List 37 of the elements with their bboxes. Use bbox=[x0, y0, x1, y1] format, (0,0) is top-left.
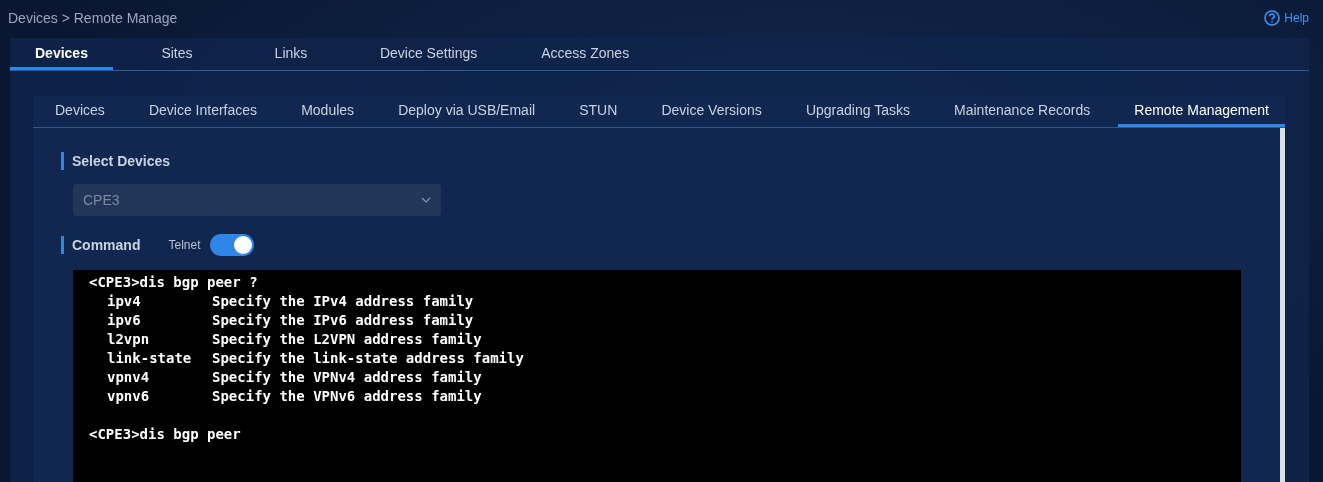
command-keyword: ipv6 bbox=[107, 311, 142, 330]
section-title: Command bbox=[72, 237, 141, 253]
sub-tab[interactable]: Maintenance Records bbox=[938, 96, 1107, 127]
chevron-down-icon bbox=[421, 197, 431, 203]
scrollbar[interactable] bbox=[1280, 128, 1285, 482]
main-tab[interactable]: Device Settings bbox=[354, 38, 503, 70]
main-tab[interactable]: Sites bbox=[126, 38, 227, 70]
sub-tab[interactable]: Device Versions bbox=[645, 96, 778, 127]
command-keyword: link-state bbox=[107, 349, 193, 368]
sub-tab[interactable]: Device Interfaces bbox=[132, 96, 274, 127]
help-icon bbox=[1264, 10, 1281, 26]
sub-tab[interactable]: Deploy via USB/Email bbox=[382, 96, 552, 127]
main-tab[interactable]: Links bbox=[240, 38, 341, 70]
telnet-toggle[interactable] bbox=[210, 234, 255, 256]
command-description: Specify the VPNv6 address family bbox=[212, 387, 482, 406]
sub-tab[interactable]: Devices bbox=[39, 96, 121, 127]
sub-tab[interactable]: Modules bbox=[285, 96, 371, 127]
command-description: Specify the link-state address family bbox=[212, 349, 524, 368]
command-keyword: l2vpn bbox=[107, 330, 151, 349]
terminal-line: <CPE3>dis bgp peer bbox=[89, 425, 241, 444]
command-description: Specify the IPv4 address family bbox=[212, 292, 474, 311]
command-description: Specify the L2VPN address family bbox=[212, 330, 482, 349]
help-link[interactable]: Help bbox=[1264, 10, 1309, 26]
command-keyword: vpnv4 bbox=[107, 368, 151, 387]
command-description: Specify the VPNv4 address family bbox=[212, 368, 482, 387]
terminal-line: <CPE3>dis bgp peer ? bbox=[89, 273, 258, 292]
command-keyword: vpnv6 bbox=[107, 387, 151, 406]
breadcrumb: Devices > Remote Manage bbox=[8, 10, 178, 26]
command-description: Specify the IPv6 address family bbox=[212, 311, 474, 330]
sub-tab[interactable]: STUN bbox=[563, 96, 634, 127]
main-tab[interactable]: Devices bbox=[10, 38, 113, 70]
toggle-label: Telnet bbox=[168, 238, 201, 252]
command-keyword: ipv4 bbox=[107, 292, 142, 311]
main-tab[interactable]: Access Zones bbox=[516, 38, 655, 70]
section-title: Select Devices bbox=[72, 153, 171, 169]
sub-tab[interactable]: Remote Management bbox=[1118, 96, 1285, 127]
sub-tab[interactable]: Upgrading Tasks bbox=[789, 96, 926, 127]
